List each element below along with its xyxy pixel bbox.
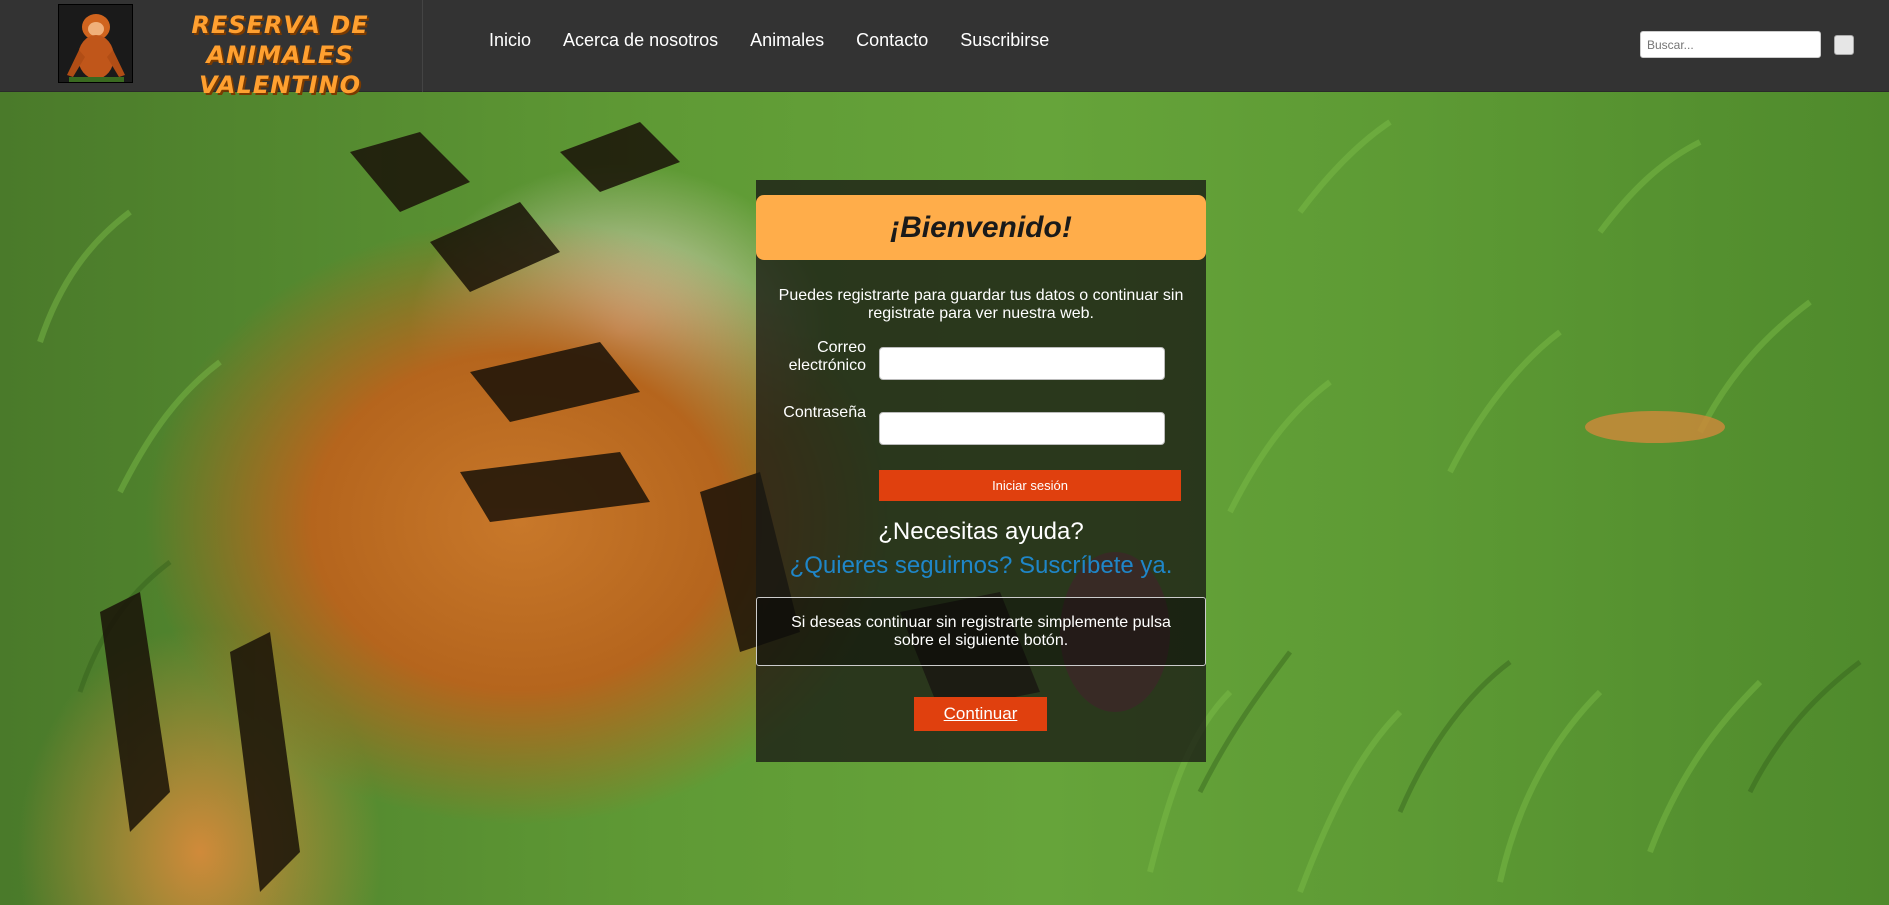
email-field[interactable] [879,347,1165,380]
password-field[interactable] [879,412,1165,445]
brand-line-1: RESERVA DE ANIMALES [191,11,369,69]
intro-text: Puedes registrarte para guardar tus dato… [778,287,1184,322]
site-header: RESERVA DE ANIMALES VALENTINO Inicio Ace… [0,0,1889,99]
nav-animales[interactable]: Animales [750,30,824,51]
login-panel: ¡Bienvenido! Puedes registrarte para gua… [756,180,1206,762]
continue-button[interactable]: Continuar [914,697,1047,731]
nav-suscribirse[interactable]: Suscribirse [960,30,1049,51]
nav-acerca[interactable]: Acerca de nosotros [563,30,718,51]
help-heading: ¿Necesitas ayuda? [878,518,1084,545]
search-button[interactable] [1834,35,1854,55]
welcome-title: ¡Bienvenido! [756,195,1206,260]
site-brand[interactable]: RESERVA DE ANIMALES VALENTINO [140,10,420,100]
guest-notice: Si deseas continuar sin registrarte simp… [756,597,1206,666]
email-label-line-2: electrónico [788,357,866,374]
main-nav: Inicio Acerca de nosotros Animales Conta… [489,30,1081,51]
orangutan-logo[interactable] [58,4,133,83]
login-button[interactable]: Iniciar sesión [879,470,1181,501]
password-label: Contraseña [783,404,866,421]
search-input[interactable] [1640,31,1821,58]
nav-inicio[interactable]: Inicio [489,30,531,51]
email-label-line-1: Correo [817,339,866,356]
brand-line-2: VALENTINO [198,71,362,99]
header-divider [422,0,423,92]
subscribe-link[interactable]: ¿Quieres seguirnos? Suscríbete ya. [756,552,1206,580]
nav-contacto[interactable]: Contacto [856,30,928,51]
email-label: Correo electrónico [756,339,866,375]
